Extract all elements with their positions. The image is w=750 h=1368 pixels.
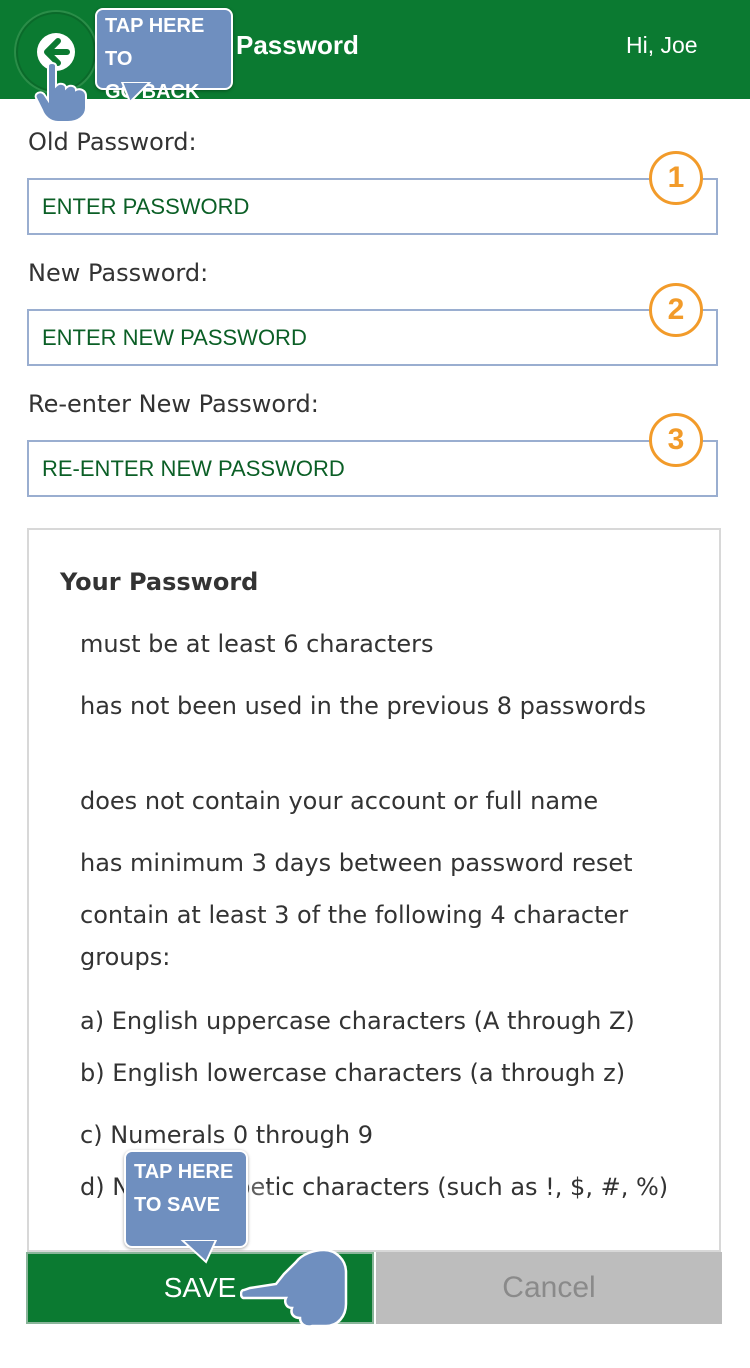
callout-pointer [180, 1240, 218, 1264]
pointing-hand-icon [34, 62, 87, 123]
cancel-button[interactable]: Cancel [376, 1252, 722, 1324]
password-rules-panel[interactable]: Your Password must be at least 6 charact… [27, 528, 721, 1252]
step-badge-3: 3 [649, 413, 703, 467]
save-callout-line: TO SAVE [134, 1194, 220, 1216]
pointing-hand-icon [240, 1248, 348, 1328]
user-greeting: Hi, Joe [626, 32, 698, 58]
rule-item: must be at least 6 characters [80, 630, 434, 658]
rule-item: has minimum 3 days between password rese… [80, 849, 633, 877]
page-title: Password [236, 30, 359, 60]
back-callout-line: TAP HERE TO [105, 15, 205, 70]
new-password-label: New Password: [28, 259, 209, 287]
rule-item: contain at least 3 of the following 4 ch… [80, 901, 629, 971]
old-password-placeholder: ENTER PASSWORD [42, 194, 250, 219]
rule-item: has not been used in the previous 8 pass… [80, 692, 647, 720]
old-password-label: Old Password: [28, 128, 197, 156]
old-password-field[interactable]: ENTER PASSWORD [27, 178, 718, 235]
save-callout-line: TAP HERE [134, 1161, 234, 1183]
save-callout: TAP HERE TO SAVE [124, 1150, 248, 1248]
step-badge-2: 2 [649, 283, 703, 337]
rules-title: Your Password [60, 568, 259, 596]
reenter-password-label: Re-enter New Password: [28, 390, 319, 418]
rule-item: a) English uppercase characters (A throu… [80, 1007, 635, 1035]
reenter-password-placeholder: RE-ENTER NEW PASSWORD [42, 456, 345, 481]
reenter-password-field[interactable]: RE-ENTER NEW PASSWORD [27, 440, 718, 497]
step-badge-1: 1 [649, 151, 703, 205]
new-password-placeholder: ENTER NEW PASSWORD [42, 325, 307, 350]
new-password-field[interactable]: ENTER NEW PASSWORD [27, 309, 718, 366]
callout-pointer [120, 82, 152, 104]
rule-item: does not contain your account or full na… [80, 787, 599, 815]
back-callout: TAP HERE TO GO BACK [95, 8, 233, 103]
rule-item: b) English lowercase characters (a throu… [80, 1059, 626, 1087]
